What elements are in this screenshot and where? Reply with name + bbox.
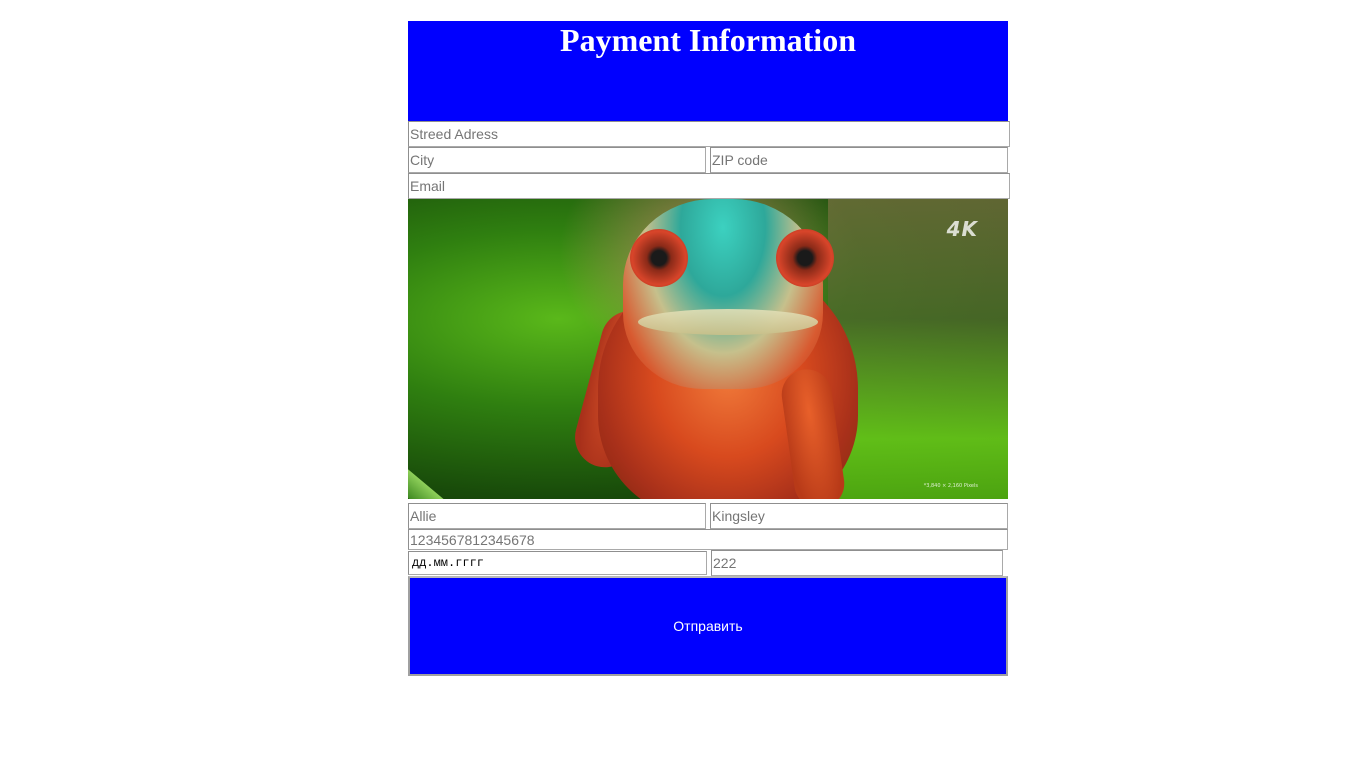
zip-code-input[interactable] bbox=[710, 147, 1008, 173]
first-name-input[interactable] bbox=[408, 503, 706, 529]
last-name-input[interactable] bbox=[710, 503, 1008, 529]
card-number-input[interactable] bbox=[408, 529, 1008, 550]
street-address-input[interactable] bbox=[408, 121, 1010, 147]
resolution-caption: *3,840 × 2,160 Pixels bbox=[923, 483, 978, 489]
4k-badge: 4K bbox=[946, 217, 978, 241]
form-header: Payment Information bbox=[408, 21, 1008, 121]
cvv-input[interactable] bbox=[711, 550, 1003, 576]
city-input[interactable] bbox=[408, 147, 706, 173]
chameleon-image: 4K *3,840 × 2,160 Pixels bbox=[408, 199, 1008, 499]
expiry-date-input[interactable] bbox=[408, 551, 707, 575]
email-input[interactable] bbox=[408, 173, 1010, 199]
submit-button[interactable]: Отправить bbox=[408, 576, 1008, 676]
page-title: Payment Information bbox=[560, 22, 856, 58]
